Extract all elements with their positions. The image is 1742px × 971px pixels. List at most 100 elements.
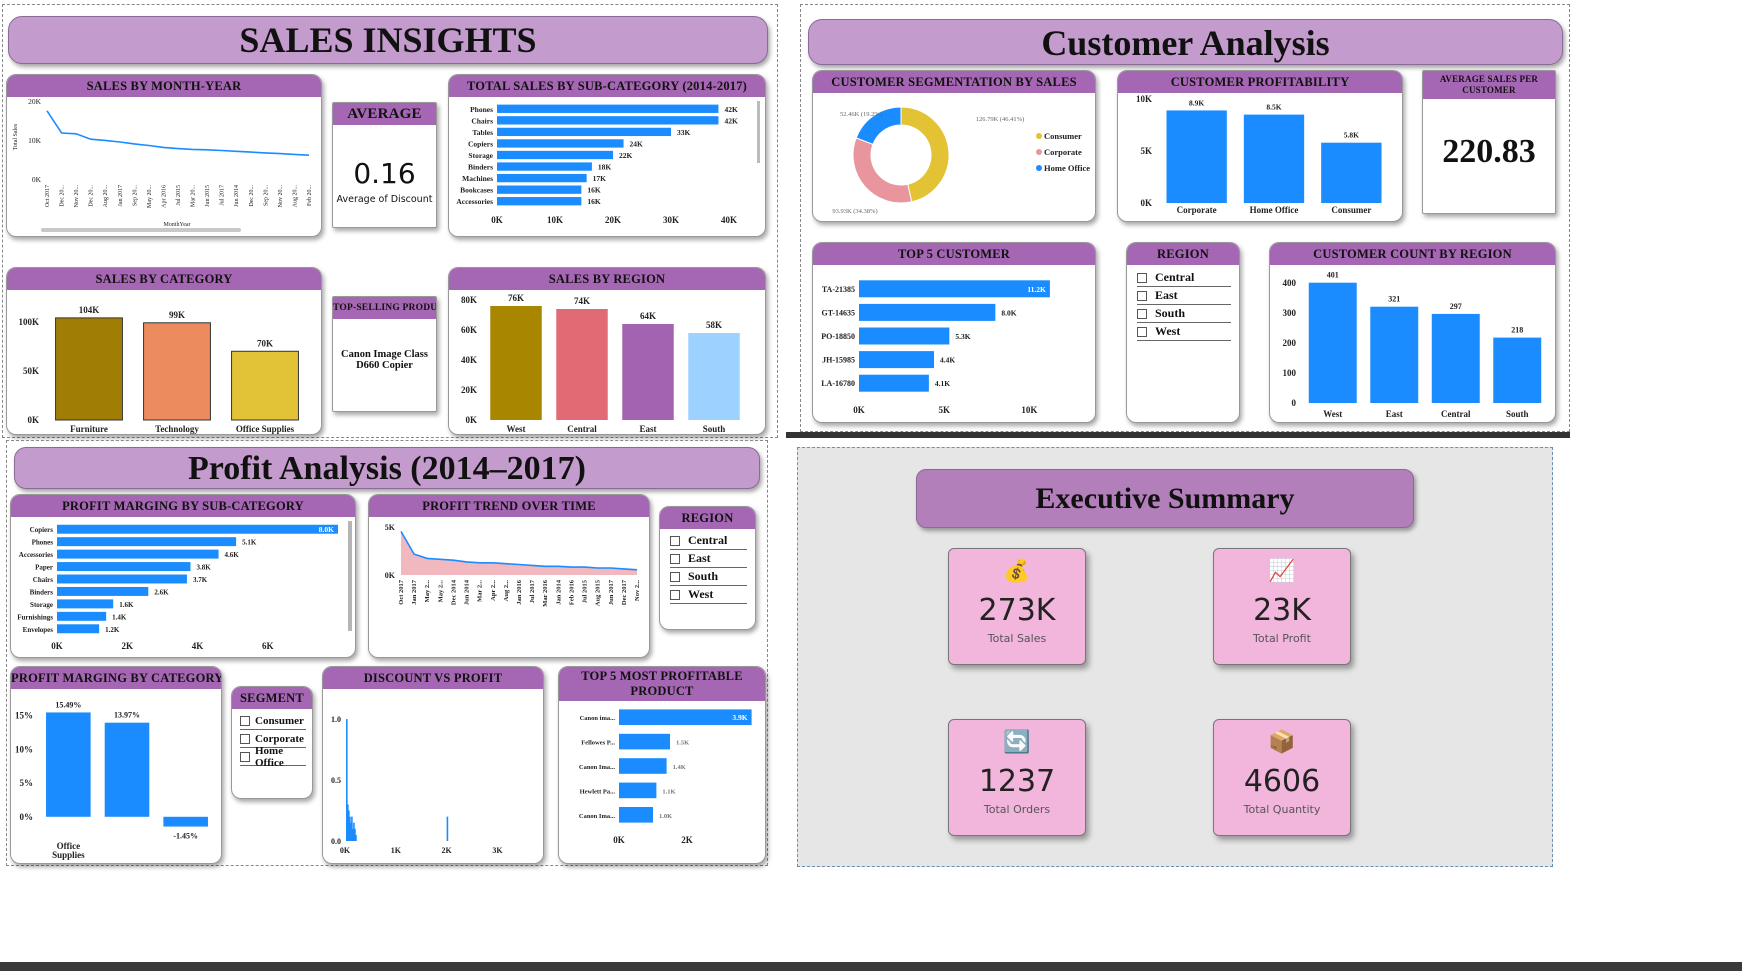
- data-label: 8.0K: [319, 525, 334, 534]
- y-tick-label: Envelopes: [23, 626, 54, 634]
- x-tick-label: Consumer: [1331, 205, 1371, 215]
- sales-by-region-card: SALES BY REGION 0K 20K 40K 60K 80K 76K West 74K…: [448, 267, 766, 435]
- segment-option-consumer[interactable]: Consumer: [240, 712, 306, 730]
- x-tick-label: Central: [1441, 409, 1471, 419]
- y-tick-label: Storage: [468, 151, 493, 160]
- top-selling-product-card: TOP-SELLING PRODUCT Canon Image Class D6…: [332, 296, 437, 412]
- y-tick-label: Accessories: [19, 551, 53, 559]
- bar: [57, 562, 191, 572]
- y-tick-label: 20K: [461, 385, 477, 395]
- y-tick-label: 40K: [461, 355, 477, 365]
- x-tick-label: Office Supplies: [236, 424, 295, 434]
- region-option-east[interactable]: East: [670, 550, 747, 568]
- y-tick-label: Bookcases: [460, 186, 493, 195]
- x-tick-label: 2K: [121, 641, 133, 651]
- y-tick-label: Phones: [32, 539, 54, 547]
- checkbox[interactable]: [670, 589, 680, 600]
- y-tick-label: Canon ima...: [580, 715, 616, 722]
- region-option-central[interactable]: Central: [1137, 269, 1231, 287]
- region-option-south[interactable]: South: [670, 568, 747, 586]
- top5-profitable-product-card: TOP 5 MOST PROFITABLE PRODUCT Canon ima.…: [558, 666, 766, 864]
- checkbox[interactable]: [240, 733, 250, 744]
- boxes-icon: 📦: [1268, 730, 1296, 755]
- bar: [231, 350, 299, 421]
- checkbox[interactable]: [240, 715, 250, 726]
- money-bag-icon: 💰: [1003, 559, 1031, 584]
- data-label: 42K: [724, 116, 738, 125]
- data-label: 1.1K: [662, 788, 675, 795]
- y-tick-label: 80K: [461, 295, 477, 305]
- data-label: 321: [1388, 295, 1400, 304]
- chart-title: SALES BY CATEGORY: [7, 268, 321, 290]
- customer-segmentation-card: CUSTOMER SEGMENTATION BY SALES 126.79K (…: [812, 70, 1096, 222]
- sales-by-region-chart: 0K 20K 40K 60K 80K 76K West 74K Central 64K East 58…: [461, 293, 740, 434]
- sales-by-month-card: SALES BY MONTH-YEAR 0K 10K 20K Oct 2017 Dec …: [6, 74, 322, 237]
- bar: [1308, 282, 1357, 403]
- checkbox[interactable]: [670, 535, 680, 546]
- region-option-west[interactable]: West: [670, 586, 747, 604]
- x-tick-label: Dec 2017: [621, 579, 628, 605]
- average-header: AVERAGE: [333, 103, 436, 125]
- region-option-central[interactable]: Central: [670, 532, 747, 550]
- y-tick-label: Chairs: [33, 576, 54, 584]
- x-tick-label: Sep 20...: [132, 185, 138, 207]
- customer-region-slicer: REGION Central East South West: [1126, 242, 1240, 423]
- profit-trend-card: PROFIT TREND OVER TIME 0K 5K Oct 2017 Jan 2…: [368, 494, 650, 658]
- checkbox[interactable]: [670, 571, 680, 582]
- chart-title: DISCOUNT VS PROFIT: [323, 667, 543, 689]
- x-tick-label: 2K: [681, 835, 693, 845]
- option-label: Home Office: [255, 744, 284, 769]
- chart-title: PROFIT MARGING BY CATEGORY: [11, 667, 221, 689]
- y-tick-label: 0K: [32, 175, 42, 184]
- x-tick-label: Dec 20...: [249, 185, 255, 207]
- data-label: 3.9K: [732, 713, 747, 722]
- data-label: 64K: [640, 311, 656, 321]
- bar: [57, 549, 219, 559]
- bar: [859, 327, 950, 345]
- customer-count-region-card: CUSTOMER COUNT BY REGION 0 100 200 300 400 40…: [1269, 242, 1556, 423]
- customer-analysis-title: Customer Analysis: [808, 19, 1563, 65]
- checkbox[interactable]: [1137, 308, 1147, 319]
- x-tick-label: 0K: [613, 835, 625, 845]
- segment-option-home-office[interactable]: Home Office: [240, 744, 306, 769]
- bar: [859, 303, 996, 321]
- x-tick-label: Jan 2016: [516, 579, 523, 604]
- region-option-south[interactable]: South: [1137, 305, 1231, 323]
- bar: [497, 185, 582, 194]
- y-tick-label: 0: [1292, 398, 1297, 408]
- sales-by-subcategory-chart: Phones 42K Chairs 42K Tables 33K Copiers 24K Sto…: [456, 101, 760, 225]
- bar: [1166, 110, 1227, 203]
- chart-title: TOP 5 MOST PROFITABLE PRODUCT: [559, 667, 765, 701]
- vertical-scrollbar: [757, 101, 760, 163]
- checkbox[interactable]: [240, 751, 250, 762]
- chart-title: PROFIT TREND OVER TIME: [369, 495, 649, 517]
- chart-title: SALES BY REGION: [449, 268, 765, 290]
- checkbox[interactable]: [1137, 290, 1147, 301]
- total-orders-card: 🔄 1237 Total Orders: [948, 719, 1086, 836]
- sales-by-category-card: SALES BY CATEGORY 0K 50K 100K 104K Furniture…: [6, 267, 322, 435]
- option-label: South: [688, 569, 719, 583]
- x-tick-label: 4K: [192, 641, 204, 651]
- checkbox[interactable]: [1137, 272, 1147, 283]
- kpi-value: 1237: [978, 764, 1056, 799]
- bar: [497, 173, 587, 183]
- x-tick-label: South: [703, 424, 726, 434]
- profit-by-subcategory-card: PROFIT MARGING BY SUB-CATEGORY Copiers 8.…: [10, 494, 356, 658]
- checkbox[interactable]: [1137, 326, 1147, 337]
- x-tick-label: Jan 2017: [411, 579, 418, 604]
- y-tick-label: Binders: [468, 163, 493, 172]
- x-tick-label: Dec 20...: [60, 185, 66, 207]
- region-option-west[interactable]: West: [1137, 323, 1231, 341]
- data-label: 4.4K: [940, 356, 955, 365]
- bar: [1243, 114, 1305, 203]
- x-tick-label: May 20...: [147, 185, 153, 208]
- y-tick-label: Furnishings: [17, 613, 53, 621]
- option-label: East: [1155, 288, 1178, 302]
- data-label: 2.6K: [154, 588, 169, 596]
- region-option-east[interactable]: East: [1137, 287, 1231, 305]
- y-tick-label: PO-18850: [821, 332, 855, 341]
- y-tick-label: 200: [1283, 338, 1297, 348]
- checkbox[interactable]: [670, 553, 680, 564]
- bar: [497, 197, 582, 206]
- x-tick-label: South: [1506, 409, 1529, 419]
